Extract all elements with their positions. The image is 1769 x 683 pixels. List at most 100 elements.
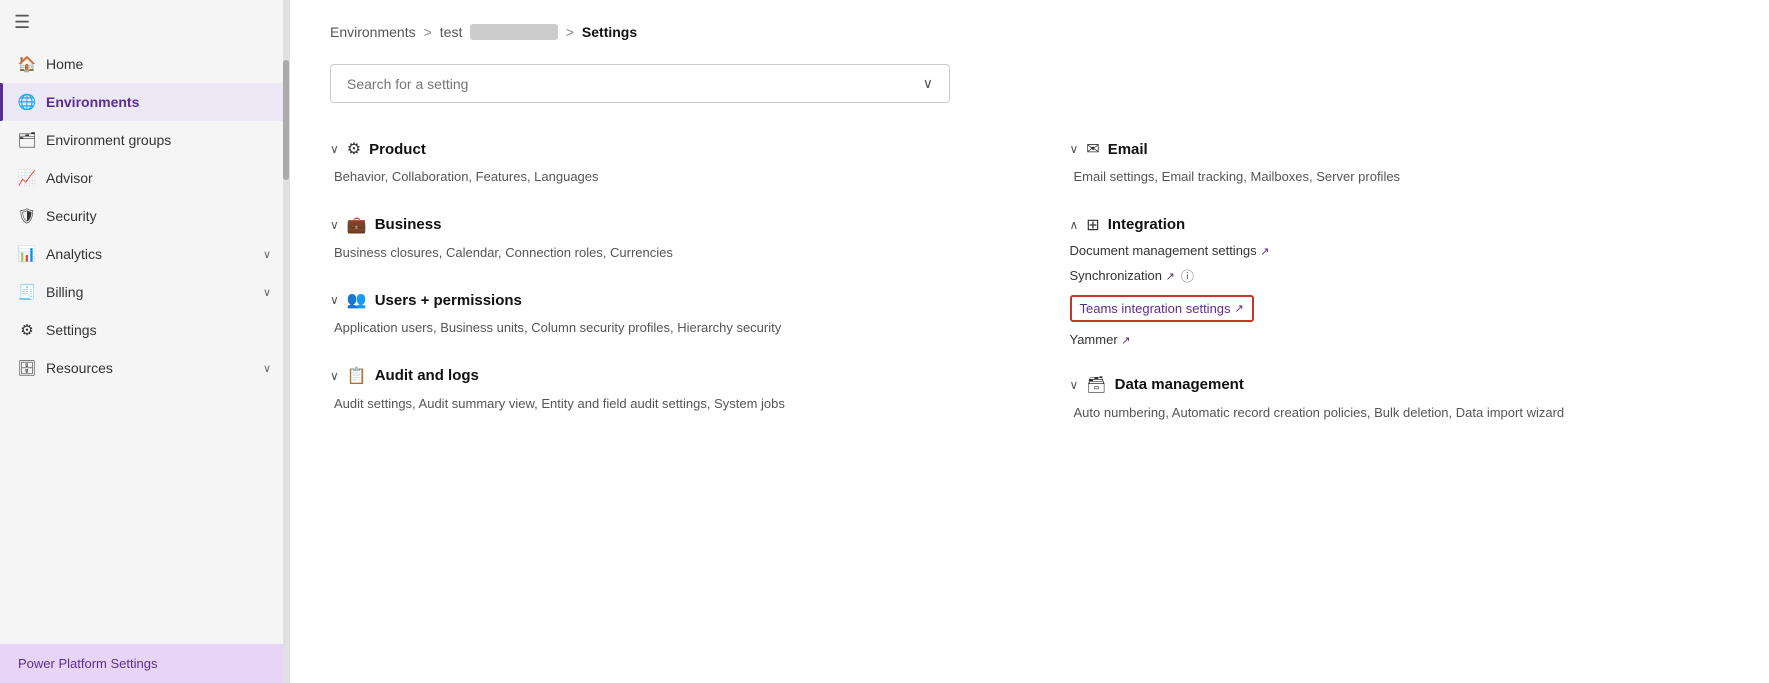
section-business: ∨ 💼 Business Business closures, Calendar… [330,215,990,263]
search-input[interactable] [347,76,923,92]
section-header-users: ∨ 👥 Users + permissions [330,290,990,310]
integration-links: Document management settings ↗ Synchroni… [1070,243,1730,347]
integration-chevron[interactable]: ∧ [1070,218,1079,232]
resources-icon: 🗄 [18,359,36,377]
hamburger-icon[interactable]: ☰ [14,12,30,33]
environments-icon: 🌐 [18,93,36,111]
section-header-product: ∨ ⚙ Product [330,139,990,159]
email-icon: ✉ [1086,139,1099,159]
scrollbar-track [283,0,289,683]
yammer-label: Yammer [1070,332,1118,347]
sidebar-item-resources[interactable]: 🗄 Resources ∨ [0,349,289,387]
yammer-link[interactable]: Yammer ↗ [1070,332,1131,347]
sidebar-item-label: Settings [46,322,97,338]
sidebar-scroll: 🏠 Home 🌐 Environments 🗂 Environment grou… [0,45,289,644]
settings-icon: ⚙ [18,321,36,339]
sync-link[interactable]: Synchronization ↗ [1070,268,1175,283]
data-mgmt-icon: 🗃 [1086,375,1106,395]
section-email: ∨ ✉ Email Email settings, Email tracking… [1070,139,1730,187]
business-title: Business [375,216,442,233]
search-bar[interactable]: ∨ [330,64,950,103]
product-title: Product [369,141,426,158]
sidebar-item-label: Environments [46,94,139,110]
sidebar-item-label: Advisor [46,170,93,186]
link-row-teams: Teams integration settings ↗ [1070,293,1730,324]
sidebar-item-label: Home [46,56,83,72]
section-header-integration: ∧ ⊞ Integration [1070,215,1730,235]
sidebar-item-security[interactable]: 🛡 Security [0,197,289,235]
data-mgmt-chevron[interactable]: ∨ [1070,378,1079,392]
users-chevron[interactable]: ∨ [330,293,339,307]
link-row-sync: Synchronization ↗ ⓘ [1070,266,1730,285]
advisor-icon: 📈 [18,169,36,187]
product-icon: ⚙ [347,139,361,159]
sidebar-bottom-item[interactable]: Power Platform Settings [0,644,289,683]
breadcrumb-environments[interactable]: Environments [330,24,416,40]
resources-chevron: ∨ [263,362,271,375]
sidebar-top: ☰ [0,0,289,45]
sidebar-item-analytics[interactable]: 📊 Analytics ∨ [0,235,289,273]
sidebar-item-environment-groups[interactable]: 🗂 Environment groups [0,121,289,159]
environment-groups-icon: 🗂 [18,131,36,149]
billing-icon: 🧾 [18,283,36,301]
section-header-audit: ∨ 📋 Audit and logs [330,366,990,386]
section-header-email: ∨ ✉ Email [1070,139,1730,159]
breadcrumb: Environments > test ████████ > Settings [330,24,1729,40]
home-icon: 🏠 [18,55,36,73]
users-title: Users + permissions [375,292,522,309]
sidebar: ☰ 🏠 Home 🌐 Environments 🗂 Environment gr… [0,0,290,683]
data-mgmt-description: Auto numbering, Automatic record creatio… [1070,403,1730,423]
sidebar-item-label: Security [46,208,97,224]
analytics-chevron: ∨ [263,248,271,261]
data-mgmt-title: Data management [1115,376,1244,393]
business-icon: 💼 [347,215,367,235]
external-link-icon-doc: ↗ [1260,246,1269,258]
section-audit-logs: ∨ 📋 Audit and logs Audit settings, Audit… [330,366,990,414]
section-header-business: ∨ 💼 Business [330,215,990,235]
sync-label: Synchronization [1070,268,1163,283]
users-icon: 👥 [347,290,367,310]
external-link-icon-yammer: ↗ [1121,335,1130,347]
scrollbar-thumb[interactable] [283,60,289,180]
sidebar-item-advisor[interactable]: 📈 Advisor [0,159,289,197]
integration-icon: ⊞ [1086,215,1099,235]
teams-integration-link[interactable]: Teams integration settings ↗ [1070,295,1254,322]
doc-mgmt-link[interactable]: Document management settings ↗ [1070,243,1270,258]
business-description: Business closures, Calendar, Connection … [330,243,990,263]
sidebar-item-label: Analytics [46,246,102,262]
teams-label: Teams integration settings [1080,301,1231,316]
sidebar-item-home[interactable]: 🏠 Home [0,45,289,83]
breadcrumb-blurred: ████████ [470,24,557,40]
product-description: Behavior, Collaboration, Features, Langu… [330,167,990,187]
breadcrumb-sep1: > [424,24,432,40]
left-column: ∨ ⚙ Product Behavior, Collaboration, Fea… [330,139,990,450]
doc-mgmt-label: Document management settings [1070,243,1257,258]
audit-chevron[interactable]: ∨ [330,369,339,383]
audit-description: Audit settings, Audit summary view, Enti… [330,394,990,414]
section-header-data-mgmt: ∨ 🗃 Data management [1070,375,1730,395]
sidebar-item-settings[interactable]: ⚙ Settings [0,311,289,349]
external-link-icon-teams: ↗ [1235,302,1244,315]
sidebar-item-label: Resources [46,360,113,376]
email-description: Email settings, Email tracking, Mailboxe… [1070,167,1730,187]
business-chevron[interactable]: ∨ [330,218,339,232]
product-chevron[interactable]: ∨ [330,142,339,156]
sidebar-item-environments[interactable]: 🌐 Environments [0,83,289,121]
billing-chevron: ∨ [263,286,271,299]
email-chevron[interactable]: ∨ [1070,142,1079,156]
analytics-icon: 📊 [18,245,36,263]
sidebar-item-billing[interactable]: 🧾 Billing ∨ [0,273,289,311]
email-title: Email [1108,141,1148,158]
section-data-mgmt: ∨ 🗃 Data management Auto numbering, Auto… [1070,375,1730,423]
security-icon: 🛡 [18,207,36,225]
link-row-yammer: Yammer ↗ [1070,332,1730,347]
link-row-doc-mgmt: Document management settings ↗ [1070,243,1730,258]
audit-title: Audit and logs [375,367,479,384]
breadcrumb-test[interactable]: test [440,24,463,40]
chevron-down-icon: ∨ [923,75,933,92]
section-users-permissions: ∨ 👥 Users + permissions Application user… [330,290,990,338]
right-column: ∨ ✉ Email Email settings, Email tracking… [1070,139,1730,450]
sidebar-item-label: Billing [46,284,83,300]
settings-grid: ∨ ⚙ Product Behavior, Collaboration, Fea… [330,139,1729,450]
info-icon[interactable]: ⓘ [1181,266,1194,285]
